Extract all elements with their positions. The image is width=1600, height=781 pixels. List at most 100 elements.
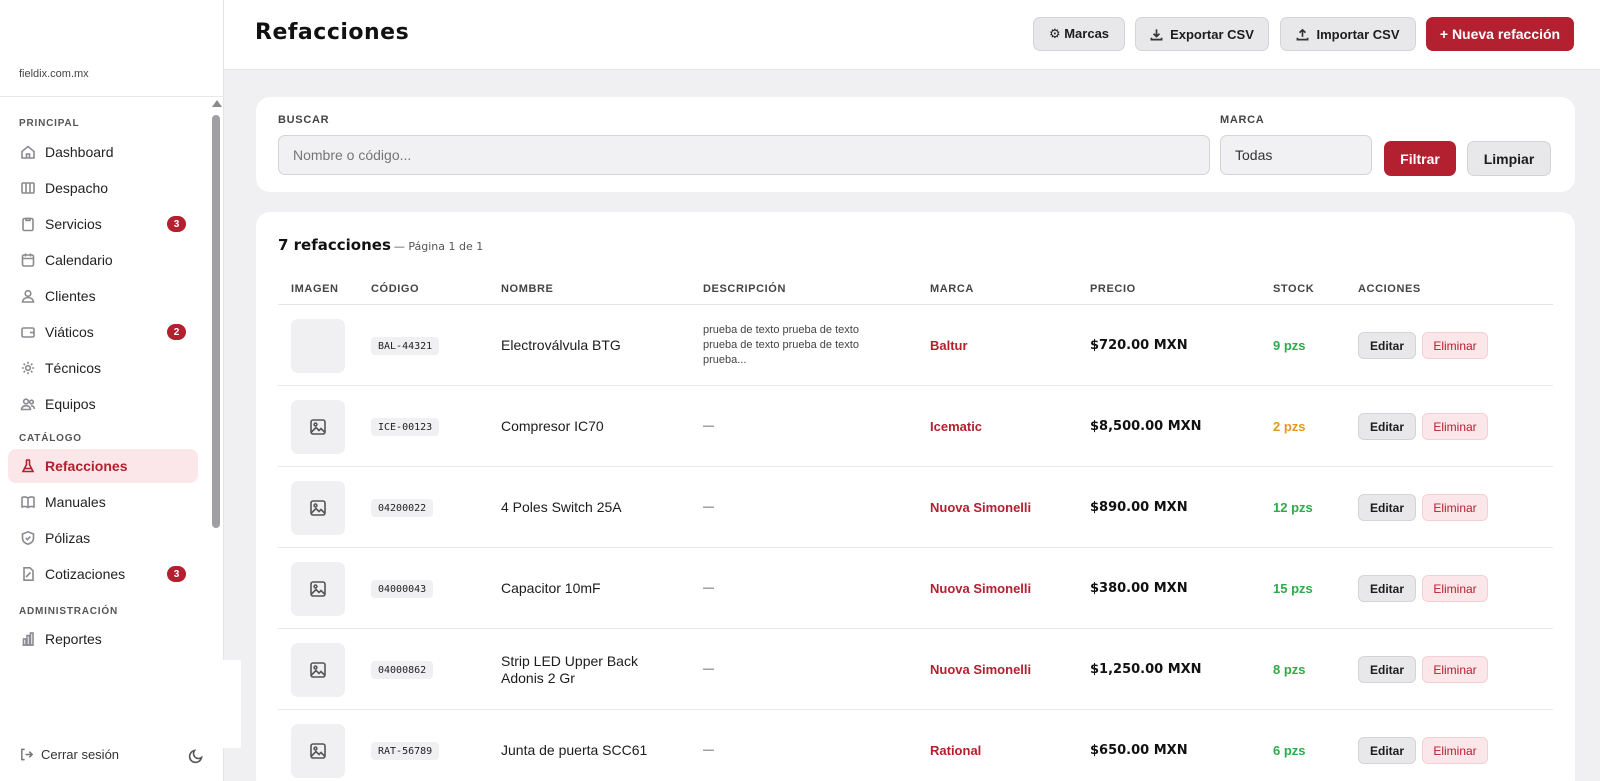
column-header-precio: PRECIO [1090,283,1136,295]
sidebar-item-tecnicos[interactable]: Técnicos [8,351,198,385]
part-price: $8,500.00 MXN [1090,419,1202,434]
sidebar-item-manuales[interactable]: Manuales [8,485,198,519]
calendar-icon [19,251,37,269]
import-csv-button[interactable]: Importar CSV [1280,17,1416,51]
column-header-codigo: CÓDIGO [371,283,420,295]
sidebar-item-label: Manuales [45,494,106,510]
part-description: — [703,420,714,432]
sidebar-item-label: Técnicos [45,360,102,376]
image-placeholder-icon [310,581,326,597]
sidebar-item-refacciones[interactable]: Refacciones [8,449,198,483]
column-header-stock: STOCK [1273,283,1315,295]
delete-button[interactable]: Eliminar [1422,494,1488,521]
image-placeholder-icon [310,500,326,516]
search-input[interactable] [278,135,1210,175]
part-name: Electroválvula BTG [501,337,621,353]
part-code: 04000862 [371,661,434,679]
marcas-button[interactable]: ⚙ Marcas [1033,17,1125,51]
scroll-thumb[interactable] [212,115,220,528]
sidebar-item-label: Viáticos [45,324,94,340]
sidebar-item-label: Despacho [45,180,109,196]
bar-chart-icon [19,630,37,648]
sidebar-scrollbar[interactable] [210,98,222,660]
pagination-info: — Página 1 de 1 [393,240,484,253]
dark-mode-toggle[interactable] [188,748,204,764]
sidebar-item-label: Refacciones [45,458,128,474]
part-price: $650.00 MXN [1090,743,1188,758]
part-stock: 15 pzs [1273,581,1313,596]
sidebar-item-viaticos[interactable]: Viáticos 2 [8,315,198,349]
column-header-nombre: NOMBRE [501,283,554,295]
edit-button[interactable]: Editar [1358,575,1416,602]
sidebar-item-polizas[interactable]: Pólizas [8,521,198,555]
download-icon [1150,28,1163,40]
edit-button[interactable]: Editar [1358,656,1416,683]
sidebar-item-equipos[interactable]: Equipos [8,387,198,421]
part-name: Capacitor 10mF [501,580,601,596]
part-brand: Rational [930,743,982,758]
part-description: — [703,663,714,675]
section-label-administracion: ADMINISTRACIÓN [19,606,118,617]
document-icon [19,565,37,583]
sidebar-item-label: Cotizaciones [45,566,126,582]
book-icon [19,493,37,511]
logout-icon [21,748,34,761]
delete-button[interactable]: Eliminar [1422,413,1488,440]
part-name: Compresor IC70 [501,418,604,434]
edit-button[interactable]: Editar [1358,494,1416,521]
part-price: $720.00 MXN [1090,338,1188,353]
part-code: 04000043 [371,580,434,598]
sidebar-item-calendario[interactable]: Calendario [8,243,198,277]
delete-button[interactable]: Eliminar [1422,656,1488,683]
part-code: BAL-44321 [371,337,440,355]
results-count: 7 refacciones — Página 1 de 1 [278,236,483,254]
brand-domain: fieldix.com.mx [19,68,89,80]
topbar: Refacciones ⚙ Marcas Exportar CSV Import… [224,0,1600,70]
part-brand: Nuova Simonelli [930,662,1032,677]
sidebar-item-despacho[interactable]: Despacho [8,171,198,205]
table-row: 04000862 Strip LED Upper Back Adonis 2 G… [278,629,1553,710]
column-header-imagen: IMAGEN [291,283,339,295]
part-brand: Icematic [930,419,983,434]
filter-button[interactable]: Filtrar [1384,141,1456,176]
delete-button[interactable]: Eliminar [1422,575,1488,602]
edit-button[interactable]: Editar [1358,413,1416,440]
sidebar-item-reportes[interactable]: Reportes [8,622,198,656]
part-name: 4 Poles Switch 25A [501,499,622,515]
column-header-marca: MARCA [930,283,974,295]
badge-count: 3 [167,566,186,582]
badge-count: 2 [167,324,186,340]
shield-icon [19,529,37,547]
sidebar-item-dashboard[interactable]: Dashboard [8,135,198,169]
export-csv-button[interactable]: Exportar CSV [1135,17,1269,51]
part-brand: Nuova Simonelli [930,500,1032,515]
badge-count: 3 [167,216,186,232]
sidebar-footer [0,660,241,748]
part-thumbnail [291,319,345,373]
brand-select[interactable]: Todas [1220,135,1372,175]
section-label-principal: PRINCIPAL [19,118,80,129]
sidebar-item-clientes[interactable]: Clientes [8,279,198,313]
edit-button[interactable]: Editar [1358,737,1416,764]
table-row: RAT-56789 Junta de puerta SCC61 — Ration… [278,710,1553,781]
part-code: 04200022 [371,499,434,517]
part-stock: 9 pzs [1273,338,1306,353]
sidebar-divider [0,96,224,97]
sidebar-item-cotizaciones[interactable]: Cotizaciones 3 [8,557,198,591]
moon-icon [188,749,203,764]
sidebar-item-servicios[interactable]: Servicios 3 [8,207,198,241]
column-header-acciones: ACCIONES [1358,283,1421,295]
clear-button[interactable]: Limpiar [1467,141,1551,176]
new-part-button[interactable]: + Nueva refacción [1426,17,1574,51]
sidebar-item-label: Reportes [45,631,102,647]
delete-button[interactable]: Eliminar [1422,737,1488,764]
upload-icon [1297,28,1309,40]
delete-button[interactable]: Eliminar [1422,332,1488,359]
clipboard-icon [19,215,37,233]
scroll-up-arrow-icon[interactable] [212,100,222,107]
logout-button[interactable]: Cerrar sesión [19,747,119,762]
edit-button[interactable]: Editar [1358,332,1416,359]
part-description: — [703,501,714,513]
image-placeholder-icon [310,662,326,678]
part-thumbnail [291,481,345,535]
